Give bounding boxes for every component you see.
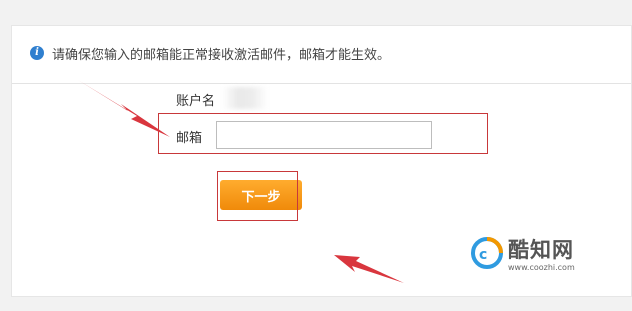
watermark: c 酷知网 www.coozhi.com — [470, 232, 620, 280]
notice-bar: i 请确保您输入的邮箱能正常接收激活邮件，邮箱才能生效。 — [12, 26, 631, 84]
coozhi-logo-icon: c — [471, 237, 503, 269]
svg-text:c: c — [479, 247, 487, 263]
notice-text: 请确保您输入的邮箱能正常接收激活邮件，邮箱才能生效。 — [52, 48, 391, 63]
email-label: 邮箱 — [176, 131, 203, 146]
watermark-name: 酷知网 — [508, 238, 574, 262]
info-icon: i — [30, 46, 44, 60]
next-step-button[interactable]: 下一步 — [220, 180, 302, 210]
email-field[interactable] — [216, 121, 432, 149]
watermark-url: www.coozhi.com — [508, 263, 575, 272]
account-name-label: 账户名 — [176, 94, 216, 109]
account-name-value-redacted — [222, 87, 268, 109]
